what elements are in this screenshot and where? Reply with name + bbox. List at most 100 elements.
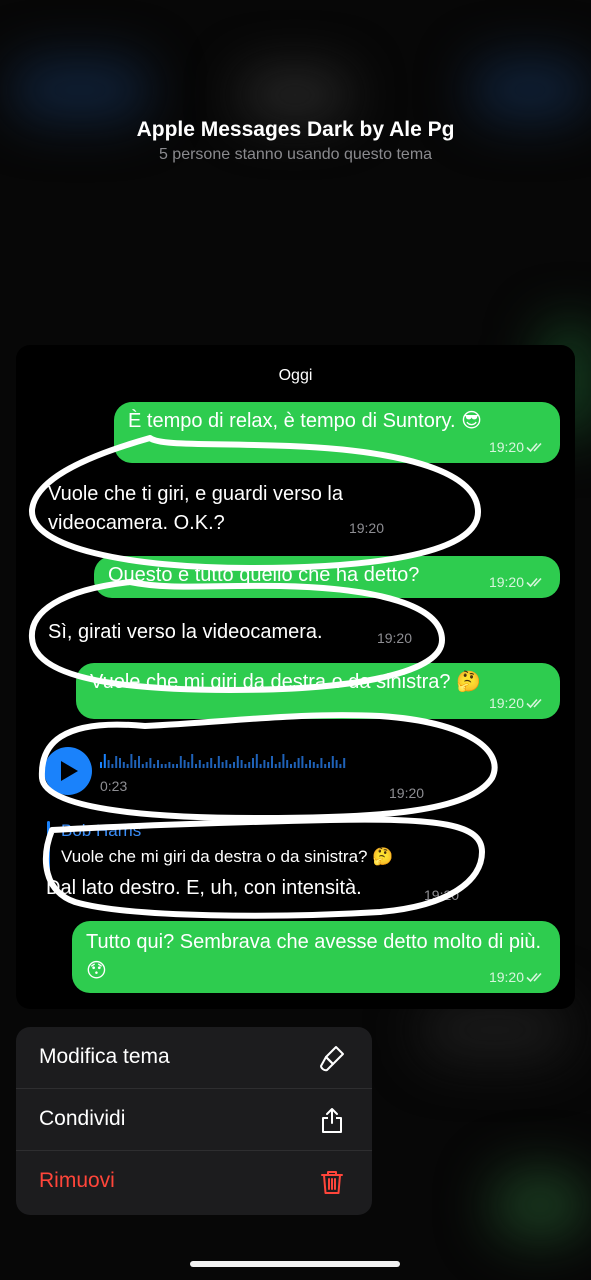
waveform-bar [172, 764, 175, 768]
waveform-bar [271, 756, 273, 768]
waveform-bar [343, 758, 346, 768]
waveform-bar [331, 756, 334, 768]
waveform-bar [210, 758, 213, 768]
waveform-bar [248, 762, 251, 768]
waveform-bar [153, 764, 156, 768]
message-text: Vuole che ti giri, e guardi verso la vid… [48, 483, 343, 534]
menu-item-condividi[interactable]: Condividi [16, 1089, 372, 1151]
waveform-bar [149, 758, 152, 768]
waveform-bar [221, 762, 224, 768]
waveform-bar [187, 762, 190, 768]
waveform-bar [324, 764, 327, 768]
reply-quote-bar [47, 821, 50, 873]
waveform-bar [126, 764, 129, 768]
waveform-bar [160, 764, 163, 768]
waveform-bar [244, 764, 247, 768]
waveform-bar [103, 754, 106, 768]
theme-usage-count: 5 persone stanno usando questo tema [158, 146, 433, 163]
message-text: È tempo di relax, è tempo di Suntory. 😎 [128, 410, 482, 432]
waveform-bar [301, 756, 304, 768]
share-icon [322, 1108, 342, 1133]
waveform-bar [255, 754, 258, 768]
waveform-bar [122, 762, 125, 768]
read-receipt-icon [526, 577, 542, 588]
message-meta: 19:20 [489, 439, 546, 455]
menu-item-rimuovi[interactable]: Rimuovi [16, 1151, 372, 1213]
waveform-bar [145, 762, 148, 768]
message-text: Dal lato destro. E, uh, con intensità. [46, 877, 362, 899]
message-time: 19:20 [389, 785, 425, 801]
message-bubble-outgoing: Vuole che mi giri da destra o da sinistr… [76, 663, 560, 719]
waveform-bar [217, 756, 220, 768]
message-bubble-outgoing: Tutto qui? Sembrava che avesse detto mol… [72, 921, 560, 993]
waveform-bar [119, 758, 121, 768]
waveform-bar [335, 760, 338, 768]
message-text: Vuole che mi giri da destra o da sinistr… [90, 671, 482, 693]
read-receipt-icon [526, 442, 542, 453]
waveform-bar [191, 754, 194, 768]
waveform-bar [259, 764, 262, 768]
message-meta: 19:20 [489, 574, 546, 590]
context-menu: Modifica tema Condividi Rimuovi [16, 1027, 372, 1215]
message-bubble-incoming: Vuole che ti giri, e guardi verso la vid… [34, 476, 404, 546]
waveform-bar [168, 762, 171, 768]
theme-title: Apple Messages Dark by Ale Pg [136, 118, 455, 141]
message-meta: 19:20 [489, 695, 546, 711]
waveform-bar [202, 764, 205, 768]
waveform-bar [195, 764, 197, 768]
waveform-bar [282, 754, 285, 768]
message-bubble-incoming: Sì, girati verso la videocamera. 19:20 [34, 615, 424, 655]
waveform-bar [240, 760, 243, 768]
reply-author: Bob Harris [61, 821, 142, 840]
waveform-bar [179, 756, 182, 768]
menu-item-label: Rimuovi [39, 1169, 115, 1192]
waveform-bar [252, 758, 254, 768]
message-time: 19:20 [488, 439, 524, 455]
waveform-bar [309, 760, 311, 768]
message-time: 19:20 [348, 520, 384, 536]
waveform-bar [225, 760, 228, 768]
background-blur [240, 72, 350, 118]
message-meta: 19:20 [489, 969, 546, 985]
waveform-bar [138, 756, 140, 768]
waveform-bar [293, 762, 296, 768]
menu-item-label: Modifica tema [39, 1045, 170, 1068]
play-voice-button[interactable] [44, 747, 92, 795]
waveform-bar [312, 762, 315, 768]
message-time: 19:20 [488, 969, 524, 985]
waveform-bar [141, 764, 144, 768]
waveform-bar [233, 762, 235, 768]
message-time: 19:20 [376, 630, 412, 646]
waveform-bar [263, 760, 266, 768]
home-indicator[interactable] [190, 1261, 400, 1267]
waveform-bar [206, 762, 209, 768]
play-icon [61, 761, 78, 781]
trash-icon [321, 1171, 343, 1194]
waveform-bar [229, 764, 232, 768]
waveform-bar [198, 760, 201, 768]
waveform-bar [339, 764, 342, 768]
waveform-bar [316, 764, 319, 768]
waveform-bar [274, 764, 277, 768]
read-receipt-icon [526, 972, 542, 983]
menu-item-label: Condividi [39, 1107, 126, 1130]
voice-duration: 0:23 [100, 778, 128, 794]
background-blur [490, 1170, 590, 1240]
message-text: Tutto qui? Sembrava che avesse detto mol… [86, 931, 542, 982]
brush-icon [320, 1046, 344, 1072]
waveform-bar [100, 762, 102, 768]
theme-header: Apple Messages Dark by Ale Pg 5 persone … [0, 118, 591, 164]
waveform-bar [164, 764, 167, 768]
background-blur [470, 60, 590, 120]
menu-item-modifica-tema[interactable]: Modifica tema [16, 1027, 372, 1089]
message-bubble-outgoing: Questo è tutto quello che ha detto? 19:2… [94, 556, 560, 598]
read-receipt-icon [526, 698, 542, 709]
theme-preview: Oggi È tempo di relax, è tempo di Suntor… [16, 345, 575, 1009]
waveform-bar [157, 760, 159, 768]
reply-quoted-text: Vuole che mi giri da destra o da sinistr… [61, 847, 394, 866]
date-separator: Oggi [278, 367, 313, 384]
message-time: 19:20 [424, 887, 460, 903]
waveform-bar [297, 758, 300, 768]
waveform-bar [214, 764, 216, 768]
message-time: 19:20 [488, 695, 524, 711]
